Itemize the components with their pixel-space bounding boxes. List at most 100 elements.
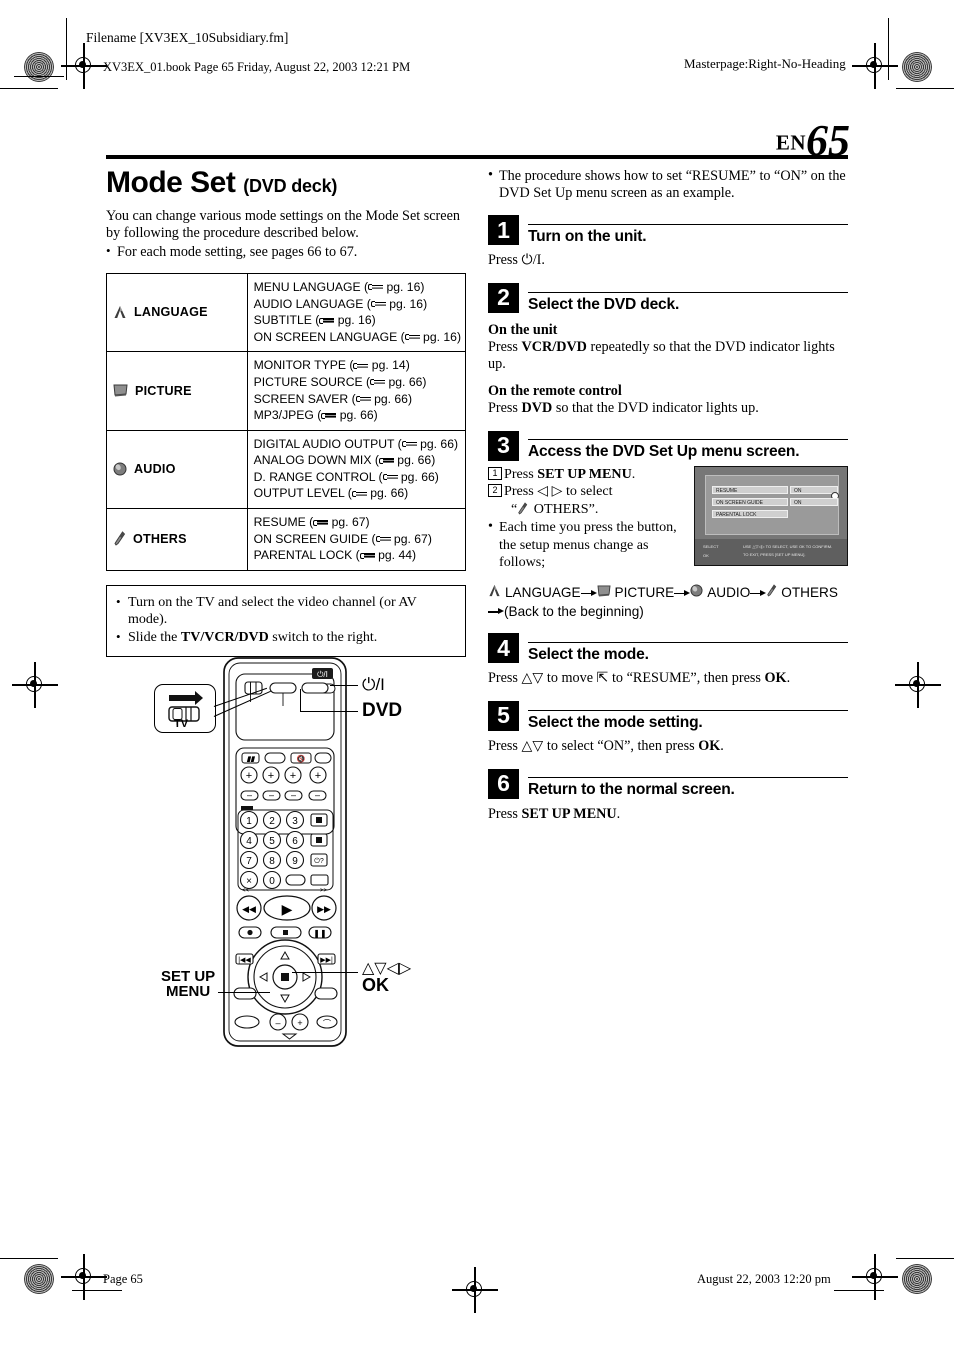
item-page: pg. 16 [386,279,421,294]
table-cell-category: AUDIO [106,429,248,510]
item-name: MONITOR TYPE [253,358,346,373]
svg-text:9: 9 [292,856,298,867]
others-icon [766,584,777,602]
menu-flow-diagram: LANGUAGE PICTURE AUDIO OTHERS (Back to t… [488,584,848,620]
step2-body-remote: Press DVD so that the DVD indicator ligh… [488,400,848,418]
others-icon [113,531,126,547]
text-pre: Press [488,805,522,822]
pointing-finger-icon [355,395,371,404]
list-item: SCREEN SAVER ( pg. 66) [253,391,413,406]
right-column: The procedure shows how to set “RESUME” … [488,167,848,823]
step3-line-3: “ OTHERS”. [511,501,599,517]
registration-mark-bottom-center [452,1267,498,1313]
svg-text:5: 5 [269,836,275,847]
item-name: ON SCREEN GUIDE [253,531,369,546]
pointing-finger-icon [351,489,367,498]
leader-line-arrows [292,972,358,974]
table-cell-items: MENU LANGUAGE ( pg. 16) AUDIO LANGUAGE (… [246,272,467,353]
table-cell-items: DIGITAL AUDIO OUTPUT ( pg. 66) ANALOG DO… [246,429,467,510]
note-bullet-2-post: switch to the right. [268,630,378,646]
density-blob-bottom-right [902,1264,932,1294]
step3-line-1: 1 Press SET UP MENU. [488,466,684,484]
item-name: SUBTITLE [253,313,312,328]
flow-label: OTHERS [781,585,838,600]
flow-item-audio: AUDIO [690,584,750,602]
svg-text:+: + [297,1018,302,1028]
step-title: Turn on the unit. [528,227,647,245]
list-item: D. RANGE CONTROL ( pg. 66) [253,469,439,484]
flow-item-others: OTHERS [766,584,838,602]
arrow-right-icon [488,608,504,617]
arrow-right-icon [750,589,767,598]
step-3: 3 Access the DVD Set Up menu screen. 1 Pr… [488,430,848,621]
svg-text:❚❚: ❚❚ [313,929,326,938]
procedure-note: The procedure shows how to set “RESUME” … [488,167,848,202]
pointing-finger-icon [370,378,386,387]
text-pre: Press [488,670,522,687]
step-body: Press △▽ to select “ON”, then press OK. [488,738,848,756]
svg-text:⏻/I: ⏻/I [317,670,328,679]
list-item: RESUME ( pg. 67) [253,515,370,530]
step-2: 2 Select the DVD deck. On the unit Press… [488,282,848,418]
step-body-pre: Press [488,252,522,269]
svg-text:3: 3 [292,816,298,827]
density-blob-top-left [24,52,54,82]
book-line-label: XV3EX_01.book Page 65 Friday, August 22,… [103,60,411,74]
text-pre: Press [504,465,538,482]
item-page: pg. 66 [388,374,423,389]
density-blob-top-right [902,52,932,82]
table-row: AUDIO DIGITAL AUDIO OUTPUT ( pg. 66) ANA… [106,429,467,510]
step-title: Select the mode. [528,646,649,664]
text-post: . [616,805,621,822]
registration-mark-top-right [852,43,898,89]
masterpage-label: Masterpage:Right-No-Heading [684,56,846,71]
leader-line-setup-menu [218,992,270,994]
step3-instructions: 1 Press SET UP MENU. 2 Press ◁ ▷ to select… [488,466,684,573]
svg-text:▶: ▶ [282,901,293,917]
osd-footer-label-ok: OK [703,552,709,558]
flow-label: AUDIO [707,585,751,600]
step-number-badge: 3 [488,430,519,461]
text-pre: Press [488,737,522,754]
flow-wrap-line: (Back to the beginning) [488,603,848,621]
table-cell-category: PICTURE [106,351,248,431]
item-name: MENU LANGUAGE [253,279,361,294]
item-page: pg. 66 [420,436,454,451]
item-name: MP3/JPEG [253,408,314,423]
list-item: AUDIO LANGUAGE ( pg. 16) [253,296,428,311]
step-body: Press ⏻/I. [488,252,848,270]
button-name-dvd: DVD [521,399,553,416]
text-mid: to move [543,670,597,687]
list-item: ON SCREEN GUIDE ( pg. 67) [253,531,432,546]
flow-item-language: LANGUAGE [488,584,581,602]
audio-icon [113,462,127,476]
pointing-finger-icon [378,456,394,465]
note-bullet-2-switch-label: TV/VCR/DVD [180,630,269,646]
item-page: pg. 16 [337,313,372,328]
osd-footer-text-1: USE △▽◁▷ TO SELECT, USE OK TO CONFIRM. [743,543,833,549]
density-blob-bottom-left [24,1264,54,1294]
item-page: pg. 14 [371,358,406,373]
table-cell-items: MONITOR TYPE ( pg. 14) PICTURE SOURCE ( … [246,351,467,431]
list-item: MP3/JPEG ( pg. 66) [253,408,378,423]
step2-body-unit: Press VCR/DVD repeatedly so that the DVD… [488,339,848,374]
button-name-vcr-dvd: VCR/DVD [521,338,587,355]
osd-screen-preview: OTHERS RESUME ON ON SCREEN GUIDE ON PARE… [694,465,848,566]
step3-bullet: Each time you press the button, the setu… [488,518,684,572]
pointing-finger-icon [319,316,335,325]
item-name: AUDIO LANGUAGE [253,296,364,311]
step-body: Press △▽ to move ⇱ to “RESUME”, then pre… [488,670,848,688]
item-page: pg. 66 [400,469,435,484]
text-post: to select [562,483,613,500]
ok-callout-label: OK [362,975,389,995]
footer-date-label: August 22, 2003 12:20 pm [697,1272,831,1286]
list-item: MONITOR TYPE ( pg. 14) [253,358,410,373]
leader-line-dvd-vertical [300,689,302,712]
filename-label: Filename [XV3EX_10Subsidiary.fm] [86,30,289,45]
item-page: pg. 66 [339,408,374,423]
text-mid: to select “ON”, then press [543,737,699,754]
pointing-finger-icon [370,300,386,309]
crop-line-bottom-right-horizontal [896,1258,954,1260]
tv-switch-label: TV [174,718,189,730]
page-title-main: Mode Set [106,166,236,199]
